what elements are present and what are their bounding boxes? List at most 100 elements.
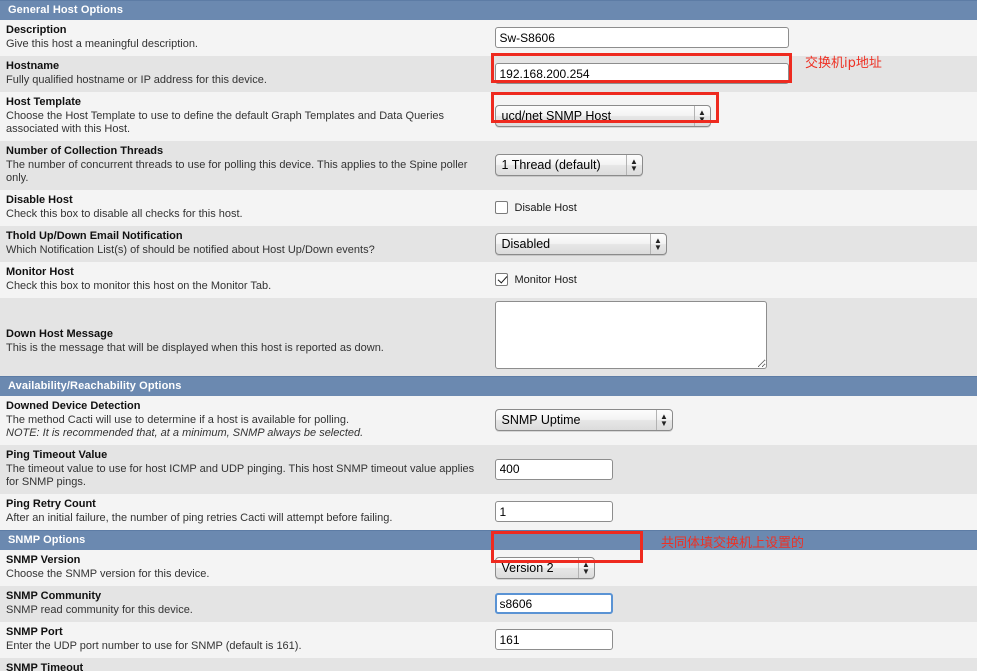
chevron-updown-icon: ▲ ▼ — [693, 106, 710, 126]
snmp-timeout-label-cell: SNMP Timeout The maximum number of milli… — [0, 658, 489, 671]
downed-device-detection-desc: The method Cacti will use to determine i… — [6, 414, 350, 426]
ping-retry-label-cell: Ping Retry Count After an initial failur… — [0, 494, 489, 531]
hostname-annotation: 交换机ip地址 — [805, 56, 882, 71]
disable-host-checkbox-label: Disable Host — [514, 201, 577, 214]
field-row-down-host-message: Down Host Message This is the message th… — [0, 298, 977, 377]
thold-notification-label-cell: Thold Up/Down Email Notification Which N… — [0, 226, 489, 262]
collection-threads-control-cell: 1 Thread (default) ▲ ▼ — [488, 141, 977, 190]
section-header-availability-label: Availability/Reachability Options — [0, 376, 977, 396]
hostname-input[interactable] — [494, 63, 789, 84]
thold-notification-select[interactable]: Disabled ▲ ▼ — [494, 232, 667, 255]
field-row-ping-timeout: Ping Timeout Value The timeout value to … — [0, 445, 977, 494]
hostname-control-cell — [488, 56, 977, 92]
description-control-cell — [488, 20, 977, 56]
snmp-port-input[interactable] — [494, 629, 613, 650]
snmp-community-input[interactable] — [494, 593, 613, 614]
disable-host-label-cell: Disable Host Check this box to disable a… — [0, 190, 489, 226]
field-row-downed-device-detection: Downed Device Detection The method Cacti… — [0, 396, 977, 445]
snmp-port-desc: Enter the UDP port number to use for SNM… — [6, 640, 302, 652]
downed-device-detection-select[interactable]: SNMP Uptime ▲ ▼ — [494, 409, 673, 431]
monitor-host-checkbox[interactable] — [494, 273, 508, 286]
ping-timeout-control-cell — [488, 445, 977, 494]
collection-threads-label-cell: Number of Collection Threads The number … — [0, 141, 489, 190]
host-template-desc: Choose the Host Template to use to defin… — [6, 110, 445, 135]
downed-device-detection-label-cell: Downed Device Detection The method Cacti… — [0, 396, 489, 445]
snmp-port-label-cell: SNMP Port Enter the UDP port number to u… — [0, 622, 489, 658]
section-header-snmp: SNMP Options — [0, 530, 977, 550]
collection-threads-title: Number of Collection Threads — [6, 145, 164, 157]
snmp-port-control-cell — [488, 622, 977, 658]
host-template-select-value: ucd/net SNMP Host — [501, 109, 612, 123]
chevron-updown-icon: ▲ ▼ — [649, 233, 666, 254]
downed-device-detection-title: Downed Device Detection — [6, 400, 141, 412]
ping-retry-title: Ping Retry Count — [6, 498, 96, 510]
snmp-community-desc: SNMP read community for this device. — [6, 604, 193, 616]
section-header-snmp-label: SNMP Options — [0, 530, 977, 550]
collection-threads-desc: The number of concurrent threads to use … — [6, 159, 468, 184]
snmp-community-title: SNMP Community — [6, 590, 102, 602]
thold-notification-control-cell: Disabled ▲ ▼ — [488, 226, 977, 262]
downed-device-detection-note: NOTE: It is recommended that, at a minim… — [6, 427, 364, 439]
disable-host-checkbox[interactable] — [494, 201, 508, 214]
host-template-select[interactable]: ucd/net SNMP Host ▲ ▼ — [494, 105, 711, 127]
snmp-version-control-cell: Version 2 ▲ ▼ — [488, 550, 977, 586]
chevron-updown-icon: ▲ ▼ — [577, 557, 594, 578]
collection-threads-select[interactable]: 1 Thread (default) ▲ ▼ — [494, 154, 643, 176]
field-row-monitor-host: Monitor Host Check this box to monitor t… — [0, 262, 977, 298]
ping-timeout-title: Ping Timeout Value — [6, 449, 108, 461]
monitor-host-title: Monitor Host — [6, 266, 74, 278]
field-row-ping-retry: Ping Retry Count After an initial failur… — [0, 494, 977, 531]
snmp-community-label-cell: SNMP Community SNMP read community for t… — [0, 586, 489, 622]
snmp-port-title: SNMP Port — [6, 626, 63, 638]
host-options-form: General Host Options Description Give th… — [0, 0, 977, 671]
monitor-host-label-cell: Monitor Host Check this box to monitor t… — [0, 262, 489, 298]
field-row-snmp-timeout: SNMP Timeout The maximum number of milli… — [0, 658, 977, 671]
ping-timeout-label-cell: Ping Timeout Value The timeout value to … — [0, 445, 489, 494]
host-template-label-cell: Host Template Choose the Host Template t… — [0, 92, 489, 141]
hostname-title: Hostname — [6, 60, 60, 72]
snmp-timeout-title: SNMP Timeout — [6, 662, 84, 671]
snmp-timeout-control-cell — [488, 658, 977, 671]
ping-retry-desc: After an initial failure, the number of … — [6, 512, 393, 524]
section-header-general-label: General Host Options — [0, 0, 977, 20]
chevron-updown-icon: ▲ ▼ — [655, 410, 672, 430]
field-row-snmp-community: SNMP Community SNMP read community for t… — [0, 586, 977, 622]
description-input[interactable] — [494, 27, 789, 48]
disable-host-checkbox-wrap[interactable]: Disable Host — [494, 201, 974, 214]
down-host-message-desc: This is the message that will be display… — [6, 342, 384, 354]
snmp-version-select[interactable]: Version 2 ▲ ▼ — [494, 556, 595, 579]
collection-threads-select-value: 1 Thread (default) — [501, 158, 601, 172]
field-row-description: Description Give this host a meaningful … — [0, 20, 977, 56]
host-template-control-cell: ucd/net SNMP Host ▲ ▼ — [488, 92, 977, 141]
cacti-host-settings-page: General Host Options Description Give th… — [0, 0, 990, 671]
disable-host-desc: Check this box to disable all checks for… — [6, 208, 243, 220]
monitor-host-control-cell: Monitor Host — [488, 262, 977, 298]
ping-timeout-input[interactable] — [494, 458, 613, 480]
section-header-availability: Availability/Reachability Options — [0, 376, 977, 396]
snmp-version-desc: Choose the SNMP version for this device. — [6, 568, 210, 580]
hostname-desc: Fully qualified hostname or IP address f… — [6, 74, 267, 86]
description-label-cell: Description Give this host a meaningful … — [0, 20, 489, 56]
field-row-snmp-port: SNMP Port Enter the UDP port number to u… — [0, 622, 977, 658]
snmp-version-select-value: Version 2 — [501, 560, 554, 575]
monitor-host-checkbox-wrap[interactable]: Monitor Host — [494, 273, 974, 286]
ping-retry-control-cell — [488, 494, 977, 531]
field-row-collection-threads: Number of Collection Threads The number … — [0, 141, 977, 190]
downed-device-detection-control-cell: SNMP Uptime ▲ ▼ — [488, 396, 977, 445]
thold-notification-title: Thold Up/Down Email Notification — [6, 230, 183, 242]
hostname-label-cell: Hostname Fully qualified hostname or IP … — [0, 56, 489, 92]
thold-notification-desc: Which Notification List(s) of should be … — [6, 244, 375, 256]
field-row-host-template: Host Template Choose the Host Template t… — [0, 92, 977, 141]
monitor-host-desc: Check this box to monitor this host on t… — [6, 280, 272, 292]
field-row-thold-notification: Thold Up/Down Email Notification Which N… — [0, 226, 977, 262]
ping-retry-input[interactable] — [494, 501, 613, 522]
snmp-version-title: SNMP Version — [6, 554, 81, 566]
monitor-host-checkbox-label: Monitor Host — [514, 273, 577, 286]
field-row-snmp-version: SNMP Version Choose the SNMP version for… — [0, 550, 977, 586]
description-desc: Give this host a meaningful description. — [6, 38, 198, 50]
down-host-message-textarea[interactable] — [494, 301, 767, 369]
down-host-message-label-cell: Down Host Message This is the message th… — [0, 298, 489, 377]
disable-host-control-cell: Disable Host — [488, 190, 977, 226]
chevron-updown-icon: ▲ ▼ — [625, 155, 642, 175]
